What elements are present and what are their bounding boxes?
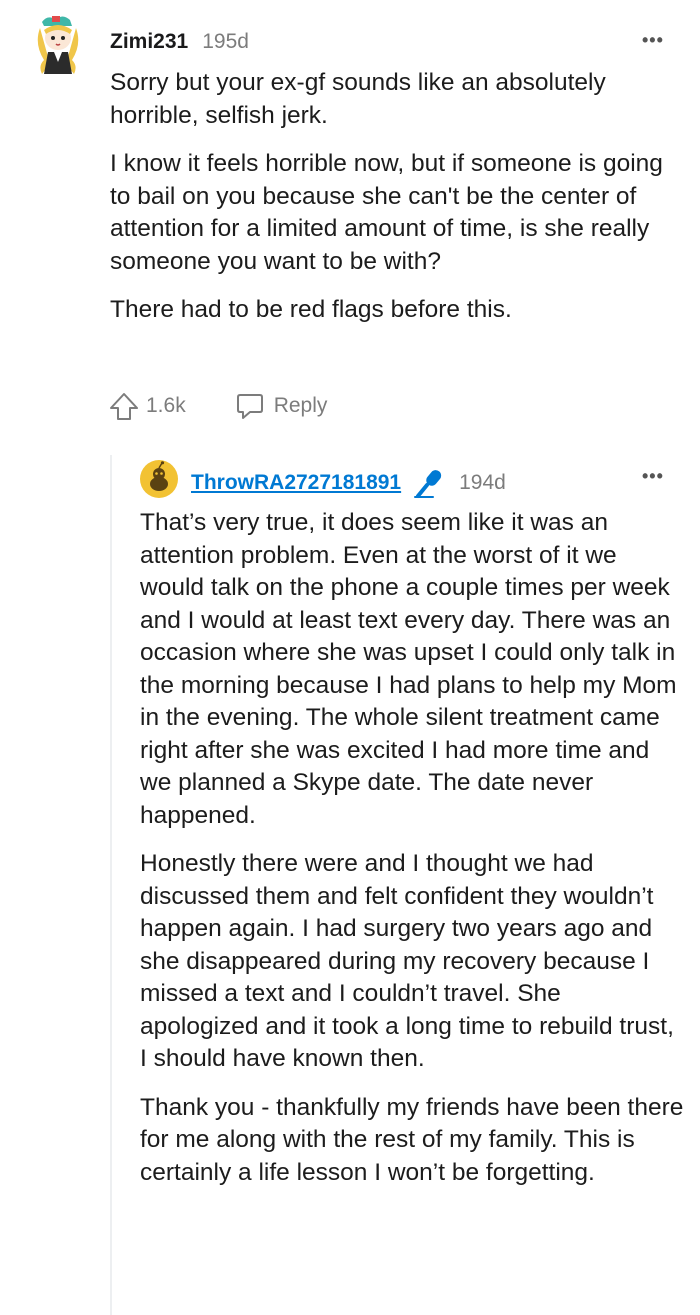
- thread-line[interactable]: [110, 455, 112, 1315]
- comment-paragraph: There had to be red flags before this.: [110, 296, 512, 323]
- comment-age: 195d: [202, 30, 249, 53]
- avatar[interactable]: [140, 460, 178, 498]
- comment-author[interactable]: Zimi231: [110, 30, 188, 54]
- comment-actions: 1.6k Reply: [108, 390, 327, 422]
- upvote-button[interactable]: 1.6k: [108, 390, 186, 422]
- comment-paragraph: I know it feels horrible now, but if som…: [110, 150, 663, 275]
- reply-author[interactable]: ThrowRA2727181891: [191, 471, 401, 495]
- reply-age: 194d: [459, 471, 506, 494]
- reply-paragraph: Thank you - thankfully my friends have b…: [140, 1093, 684, 1186]
- reply-paragraph: That’s very true, it does seem like it w…: [140, 509, 677, 829]
- reply-label: Reply: [273, 394, 328, 417]
- microphone-icon: [414, 470, 442, 498]
- more-options-icon[interactable]: •••: [642, 30, 664, 51]
- reply-body: That’s very true, it does seem like it w…: [140, 507, 685, 1205]
- comment-paragraph: Sorry but your ex-gf sounds like an abso…: [110, 69, 606, 129]
- comment-body: Sorry but your ex-gf sounds like an abso…: [110, 67, 680, 343]
- more-options-icon[interactable]: •••: [642, 466, 664, 487]
- reply-paragraph: Honestly there were and I thought we had…: [140, 850, 674, 1072]
- reply-icon: [236, 394, 263, 419]
- reply-button[interactable]: Reply: [234, 390, 328, 422]
- avatar[interactable]: [36, 14, 80, 76]
- upvote-count: 1.6k: [146, 394, 186, 417]
- upvote-icon[interactable]: [108, 390, 140, 422]
